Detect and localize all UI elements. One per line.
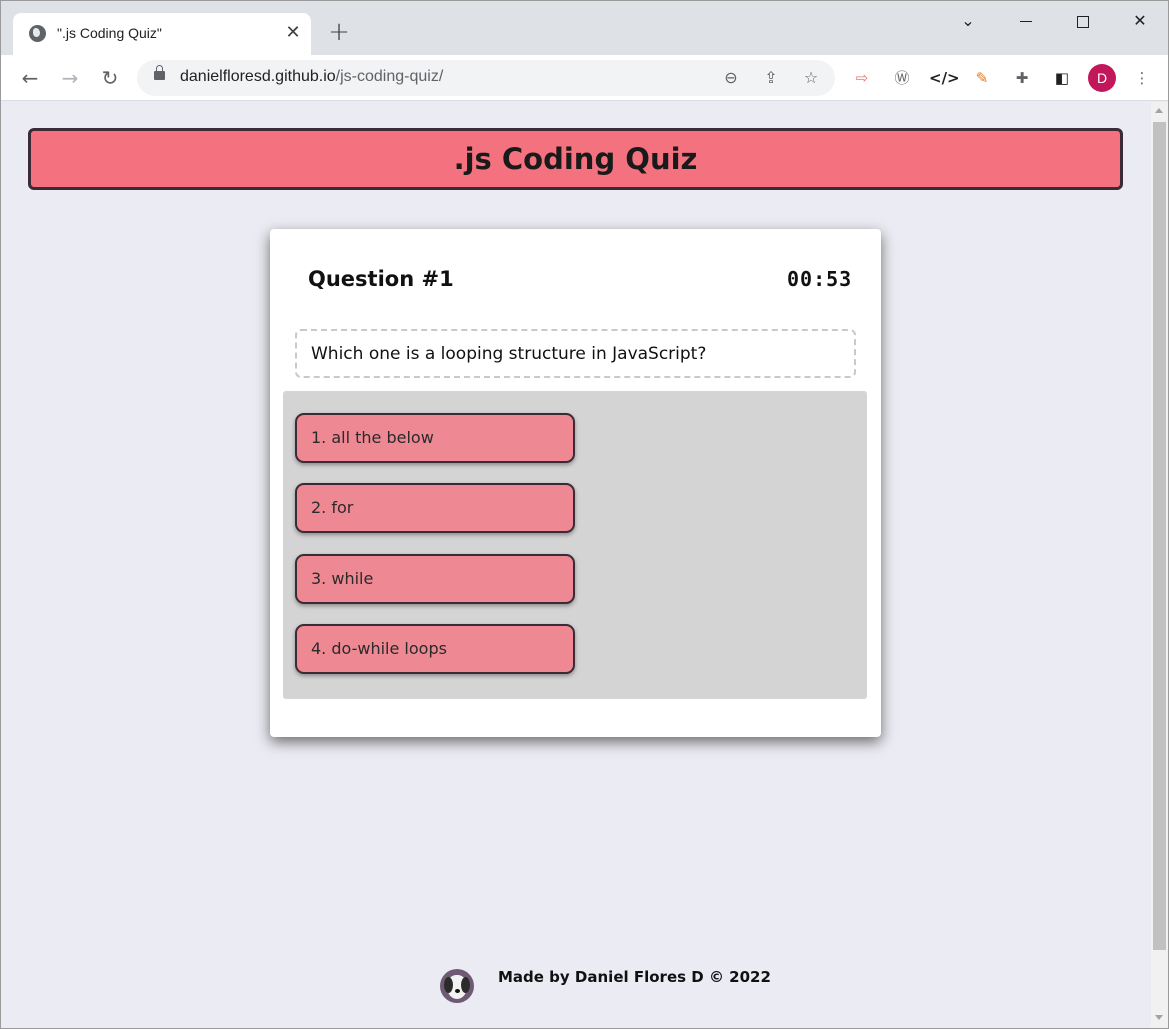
maximize-icon — [1077, 15, 1089, 28]
minimize-button[interactable] — [1003, 7, 1049, 35]
answer-button-4[interactable]: 4. do-while loops — [295, 624, 575, 674]
answer-button-3[interactable]: 3. while — [295, 554, 575, 604]
extension-w-icon[interactable]: Ⓦ — [889, 65, 915, 91]
extension-dropper-icon[interactable]: ✎ — [969, 65, 995, 91]
question-number: Question #1 — [308, 267, 454, 291]
share-icon[interactable]: ⇪ — [759, 66, 783, 90]
url-text[interactable]: danielfloresd.github.io/js-coding-quiz/ — [180, 68, 443, 86]
lock-icon — [154, 65, 165, 80]
tab-close-icon[interactable]: ✕ — [281, 21, 305, 45]
header-banner: .js Coding Quiz — [28, 128, 1123, 190]
countdown-timer: 00:53 — [787, 267, 853, 291]
forward-icon[interactable]: → — [55, 63, 85, 93]
extensions-puzzle-icon[interactable]: ✚ — [1009, 65, 1035, 91]
answer-button-2[interactable]: 2. for — [295, 483, 575, 533]
page-title: .js Coding Quiz — [453, 142, 698, 176]
address-bar[interactable]: danielfloresd.github.io/js-coding-quiz/ … — [137, 60, 835, 96]
bookmark-star-icon[interactable]: ☆ — [799, 66, 823, 90]
scroll-up-icon[interactable] — [1155, 108, 1163, 113]
browser-tab[interactable]: ".js Coding Quiz" ✕ — [13, 13, 311, 55]
page-viewport: .js Coding Quiz Question #1 00:53 Which … — [1, 102, 1151, 1028]
maximize-button[interactable] — [1060, 7, 1106, 35]
url-path: /js-coding-quiz/ — [335, 68, 444, 85]
minimize-icon — [1020, 21, 1032, 22]
tab-strip: ".js Coding Quiz" ✕ + ⌄ ✕ — [1, 1, 1168, 55]
question-box: Which one is a looping structure in Java… — [295, 329, 856, 378]
side-panel-icon[interactable]: ◧ — [1049, 65, 1075, 91]
avatar-ear-left — [444, 977, 453, 993]
answers-panel: 1. all the below 2. for 3. while 4. do-w… — [283, 391, 867, 699]
quiz-card: Question #1 00:53 Which one is a looping… — [270, 229, 881, 737]
close-window-button[interactable]: ✕ — [1117, 7, 1163, 35]
globe-icon — [29, 25, 46, 42]
scroll-down-icon[interactable] — [1155, 1015, 1163, 1020]
author-avatar — [440, 969, 474, 1003]
profile-avatar[interactable]: D — [1088, 64, 1116, 92]
tab-title: ".js Coding Quiz" — [57, 25, 162, 41]
back-icon[interactable]: ← — [15, 63, 45, 93]
vertical-scrollbar[interactable] — [1151, 102, 1168, 1028]
extension-code-icon[interactable]: </> — [929, 65, 960, 91]
new-tab-button[interactable]: + — [325, 19, 353, 47]
question-text: Which one is a looping structure in Java… — [311, 344, 707, 364]
avatar-ear-right — [461, 977, 470, 993]
menu-kebab-icon[interactable]: ⋮ — [1129, 65, 1155, 91]
tab-search-icon[interactable]: ⌄ — [945, 7, 991, 35]
footer-credit: Made by Daniel Flores D © 2022 — [498, 968, 771, 986]
browser-window: ".js Coding Quiz" ✕ + ⌄ ✕ ← → ↻ danielfl… — [0, 0, 1169, 1029]
avatar-nose — [455, 989, 460, 993]
browser-toolbar: ← → ↻ danielfloresd.github.io/js-coding-… — [1, 55, 1168, 101]
extension-arrow-icon[interactable]: ⇨ — [849, 65, 875, 91]
footer: Made by Daniel Flores D © 2022 — [1, 964, 1151, 1004]
reload-icon[interactable]: ↻ — [95, 63, 125, 93]
answer-button-1[interactable]: 1. all the below — [295, 413, 575, 463]
scrollbar-thumb[interactable] — [1153, 122, 1166, 950]
url-domain: danielfloresd.github.io — [180, 68, 336, 85]
zoom-icon[interactable]: ⊖ — [719, 66, 743, 90]
